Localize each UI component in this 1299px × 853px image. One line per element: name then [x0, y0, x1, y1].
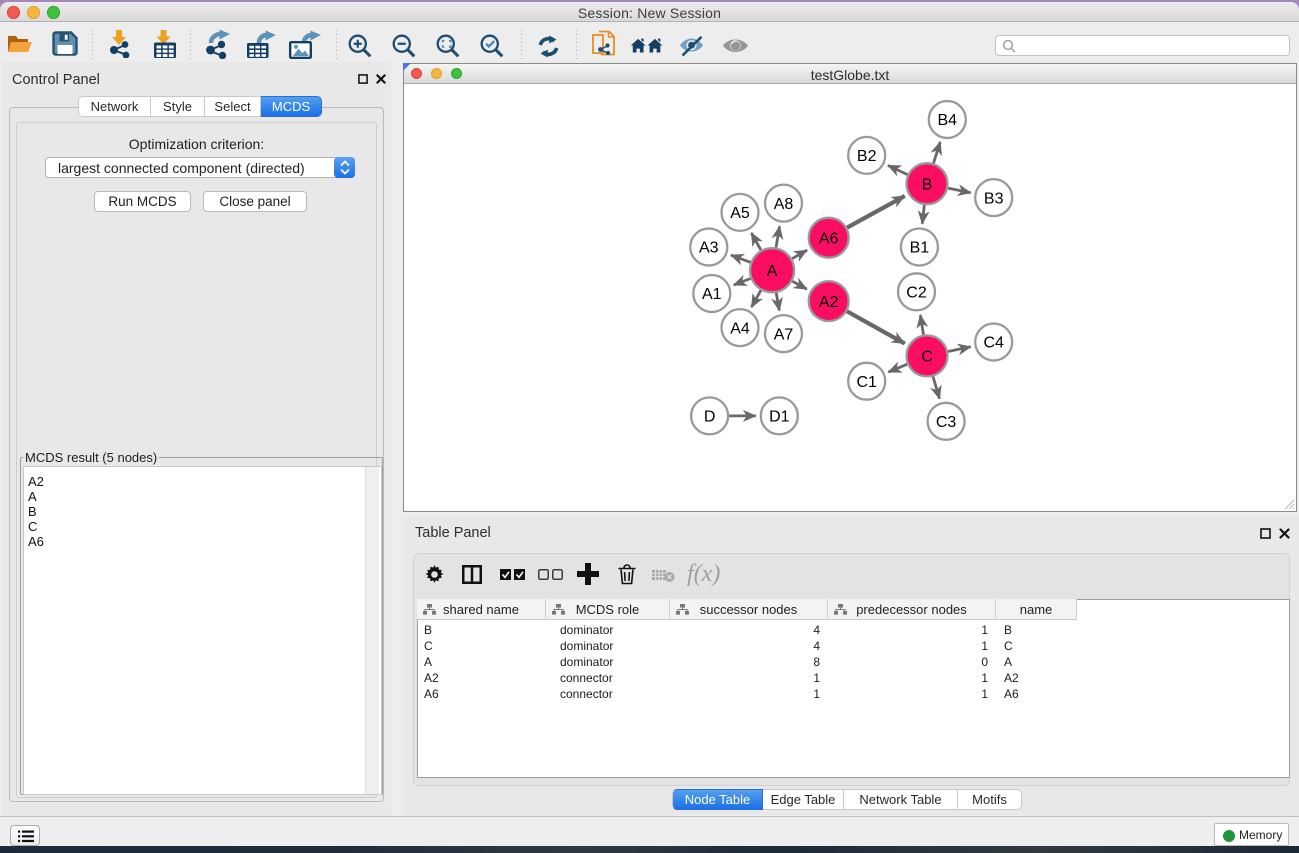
svg-text:C1: C1: [856, 374, 877, 391]
svg-text:B2: B2: [857, 148, 877, 165]
svg-text:C4: C4: [983, 335, 1004, 352]
svg-text:A7: A7: [774, 326, 794, 343]
svg-text:C2: C2: [906, 285, 927, 302]
svg-text:A4: A4: [730, 320, 750, 337]
svg-text:A6: A6: [819, 230, 839, 247]
svg-text:A2: A2: [819, 294, 839, 311]
svg-text:A1: A1: [702, 286, 722, 303]
svg-text:B: B: [922, 176, 933, 193]
svg-text:B3: B3: [984, 190, 1004, 207]
svg-text:B1: B1: [910, 240, 930, 257]
svg-text:A5: A5: [730, 205, 750, 222]
svg-text:A3: A3: [699, 240, 719, 257]
svg-text:A: A: [767, 263, 778, 280]
svg-text:A8: A8: [774, 196, 794, 213]
svg-text:D: D: [704, 409, 716, 426]
svg-text:D1: D1: [769, 409, 790, 426]
svg-text:C: C: [921, 349, 933, 366]
svg-text:B4: B4: [938, 112, 958, 129]
svg-text:C3: C3: [936, 414, 957, 431]
